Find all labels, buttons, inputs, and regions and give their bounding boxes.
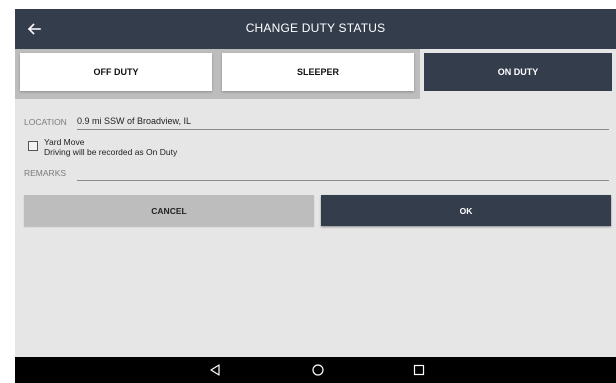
nav-recent-apps-icon[interactable] <box>412 363 426 377</box>
on-duty-button[interactable]: ON DUTY <box>424 53 612 91</box>
app-header: CHANGE DUTY STATUS <box>15 9 616 49</box>
cancel-button[interactable]: CANCEL <box>24 195 314 226</box>
off-duty-button[interactable]: OFF DUTY <box>20 53 212 91</box>
ok-button[interactable]: OK <box>321 195 611 226</box>
remarks-label: REMARKS <box>24 168 67 178</box>
remarks-input[interactable] <box>77 166 609 181</box>
location-label: LOCATION <box>24 117 67 127</box>
location-field[interactable]: 0.9 mi SSW of Broadview, IL <box>77 116 609 130</box>
android-nav-bar <box>15 357 616 383</box>
yard-move-note: Driving will be recorded as On Duty <box>44 147 178 157</box>
nav-back-icon[interactable] <box>208 363 222 377</box>
app-window: CHANGE DUTY STATUS OFF DUTY SLEEPER ON D… <box>15 9 616 383</box>
sleeper-button[interactable]: SLEEPER <box>222 53 414 91</box>
yard-move-checkbox[interactable] <box>28 141 38 151</box>
duty-status-selector: OFF DUTY SLEEPER ON DUTY <box>15 49 616 99</box>
nav-home-icon[interactable] <box>311 363 325 377</box>
yard-move-label: Yard Move <box>44 137 85 147</box>
page-title: CHANGE DUTY STATUS <box>245 21 386 35</box>
